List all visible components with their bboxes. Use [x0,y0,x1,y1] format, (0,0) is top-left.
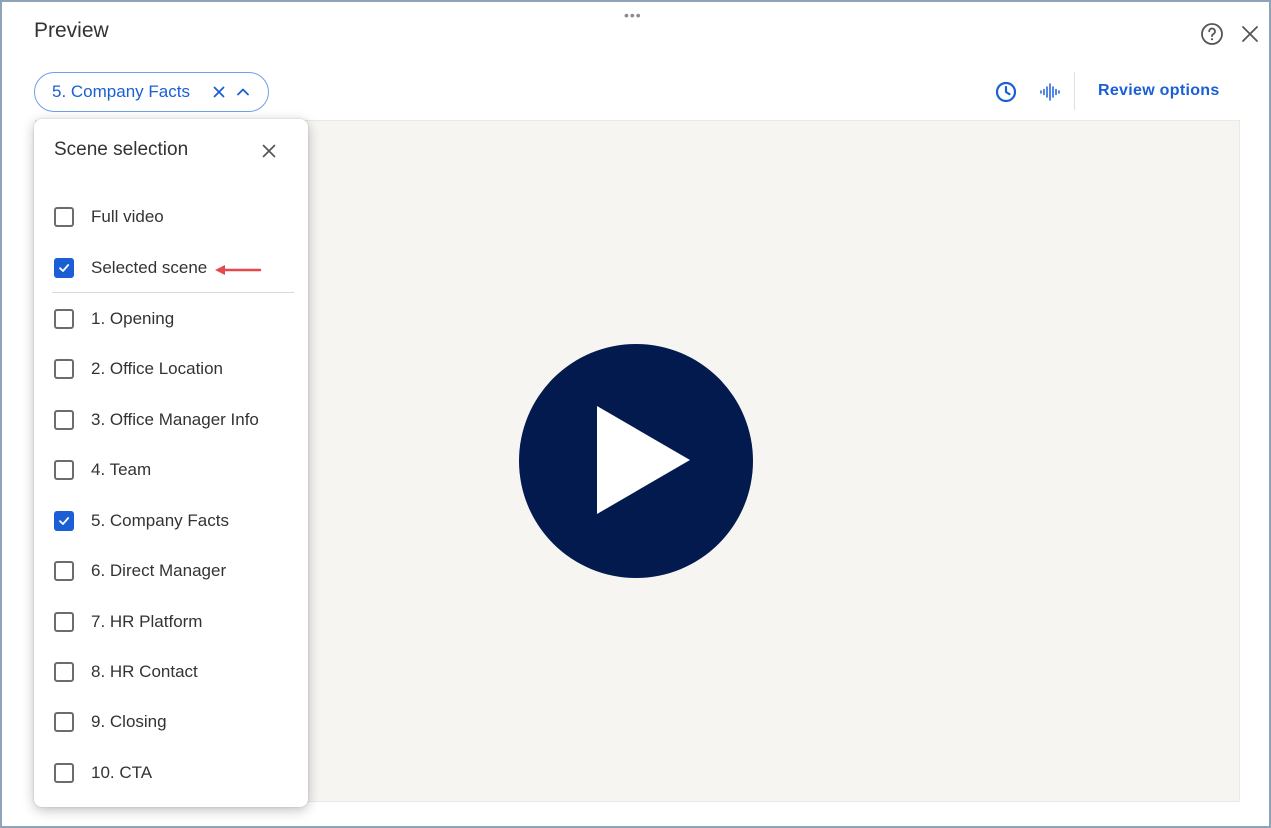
option-label: 7. HR Platform [91,612,203,631]
chevron-up-icon[interactable] [232,81,254,103]
scene-selector-chip[interactable]: 5. Company Facts [34,72,269,112]
option-label: 3. Office Manager Info [91,410,259,429]
scene-selection-panel: Scene selection Full video Selected scen… [34,119,308,807]
option-full-video[interactable]: Full video [54,202,164,232]
window-title: Preview [34,19,109,42]
checkbox[interactable] [54,207,74,227]
checkbox[interactable] [54,561,74,581]
option-scene-9[interactable]: 9. Closing [54,707,167,737]
checkbox[interactable] [54,763,74,783]
review-options-button[interactable]: Review options [1098,82,1220,100]
checkbox[interactable] [54,460,74,480]
checkbox[interactable] [54,410,74,430]
option-scene-3[interactable]: 3. Office Manager Info [54,405,259,435]
checkbox[interactable] [54,612,74,632]
option-label: Selected scene [91,258,208,277]
annotation-arrow-icon [215,265,262,275]
close-icon[interactable] [1238,22,1262,46]
checkbox[interactable] [54,359,74,379]
drag-handle[interactable]: ••• [624,8,642,22]
checkmark-icon [59,517,70,525]
option-label: 2. Office Location [91,359,223,378]
preview-window: ••• Preview 5. Company Facts Review opti… [0,0,1271,828]
option-scene-5[interactable]: 5. Company Facts [54,506,229,536]
option-label: 1. Opening [91,309,175,328]
option-scene-7[interactable]: 7. HR Platform [54,607,202,637]
panel-close-icon[interactable] [258,140,280,162]
checkbox[interactable] [54,712,74,732]
option-label: Full video [91,207,164,226]
divider [52,292,294,293]
toolbar-divider [1074,72,1075,110]
checkbox[interactable] [54,662,74,682]
option-scene-6[interactable]: 6. Direct Manager [54,556,226,586]
option-label: 10. CTA [91,763,153,782]
panel-title: Scene selection [54,139,189,160]
clear-scene-x-icon[interactable] [208,81,230,103]
clock-icon[interactable] [994,80,1018,104]
option-scene-2[interactable]: 2. Office Location [54,354,223,384]
checkbox-checked[interactable] [54,258,74,278]
option-scene-8[interactable]: 8. HR Contact [54,657,198,687]
option-label: 6. Direct Manager [91,561,227,580]
option-label: 8. HR Contact [91,662,198,681]
checkbox[interactable] [54,309,74,329]
option-scene-10[interactable]: 10. CTA [54,758,152,788]
checkmark-icon [59,264,70,272]
checkbox-checked[interactable] [54,511,74,531]
option-selected-scene[interactable]: Selected scene [54,253,207,283]
option-label: 9. Closing [91,712,167,731]
option-label: 5. Company Facts [91,511,229,530]
audio-waveform-icon[interactable] [1038,80,1062,104]
option-label: 4. Team [91,460,152,479]
help-icon[interactable] [1200,22,1224,46]
play-button[interactable] [519,344,753,578]
option-scene-4[interactable]: 4. Team [54,455,151,485]
scene-chip-label: 5. Company Facts [52,82,190,101]
play-icon [597,406,690,514]
option-scene-1[interactable]: 1. Opening [54,304,174,334]
